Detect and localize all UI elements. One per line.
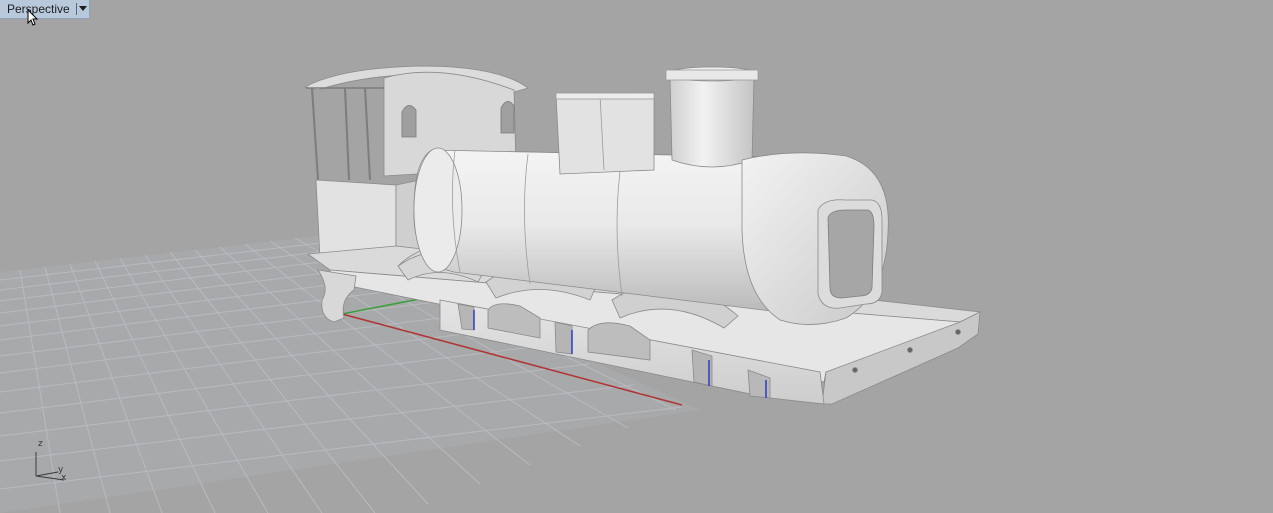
- axis-x-label: x: [61, 473, 67, 483]
- boiler-rear-end: [413, 147, 463, 273]
- axis-indicator: z y x: [28, 436, 78, 486]
- sandbox: [555, 92, 655, 175]
- chevron-down-icon[interactable]: [77, 0, 89, 18]
- mouse-cursor-icon: [27, 9, 39, 26]
- cab-window-left: [401, 105, 417, 138]
- axis-indicator-lines: [35, 452, 65, 481]
- viewport-title-tab[interactable]: Perspective: [0, 0, 90, 19]
- smokebox-door-opening: [827, 209, 875, 299]
- chimney: [669, 77, 755, 168]
- scene-canvas[interactable]: [0, 0, 1273, 513]
- axis-z-label: z: [38, 439, 43, 449]
- perspective-viewport[interactable]: Perspective z y x: [0, 0, 1273, 513]
- cab-window-right: [500, 101, 515, 134]
